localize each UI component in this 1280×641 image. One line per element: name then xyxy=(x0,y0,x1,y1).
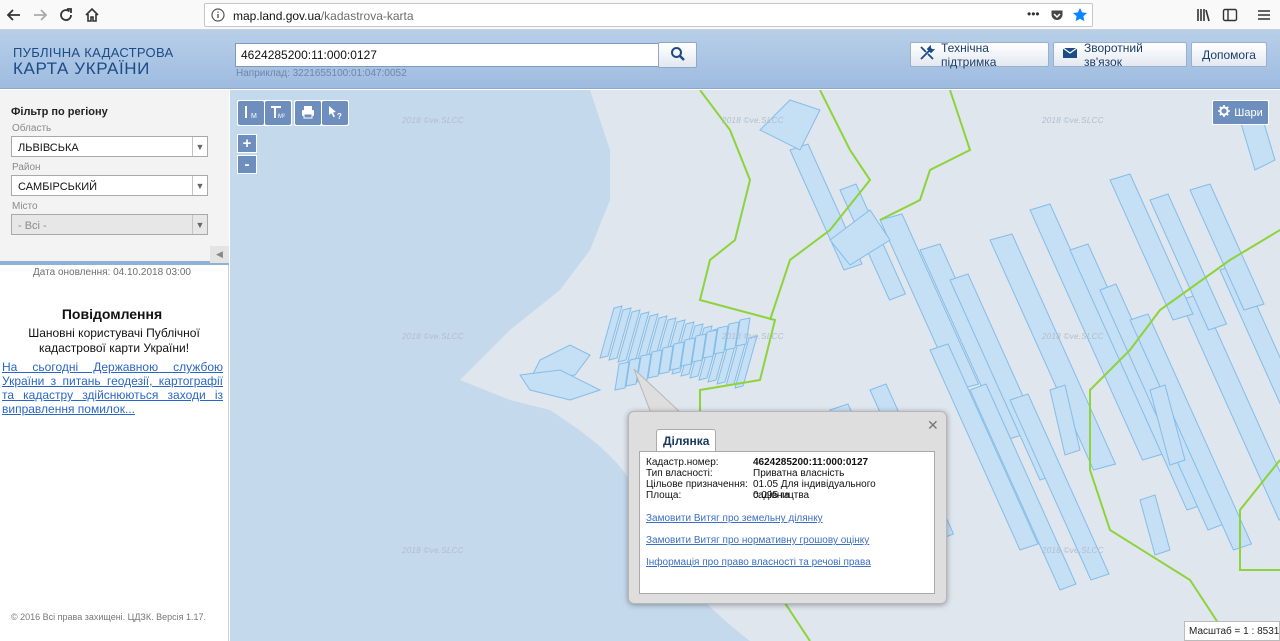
misto-value: - Всі - xyxy=(18,220,47,232)
svg-text:?: ? xyxy=(337,112,342,120)
region-filter-panel: Фільтр по регіону Область ЛЬВІВСЬКА ▼ Ра… xyxy=(0,90,229,265)
info-icon[interactable] xyxy=(211,8,225,25)
identify-button[interactable]: ? xyxy=(322,101,348,125)
feedback-button[interactable]: Зворотний зв'язок xyxy=(1053,40,1187,69)
print-button[interactable] xyxy=(295,101,321,125)
oblast-label: Область xyxy=(12,123,52,134)
more-icon[interactable]: ••• xyxy=(1027,7,1040,21)
cadastral-number-label: Кадастр.номер: xyxy=(646,457,719,468)
area-label: Площа: xyxy=(646,490,682,501)
watermark: 2018 ©vе.SLCC xyxy=(1042,116,1104,125)
measure-distance-button[interactable]: M xyxy=(238,101,264,125)
misto-label: Місто xyxy=(12,201,38,212)
zoom-in-button[interactable]: + xyxy=(237,134,257,153)
watermark: 2018 ©vе.SLCC xyxy=(722,332,784,341)
ownership-type-label: Тип власності: xyxy=(646,468,713,479)
tools-icon xyxy=(919,44,936,64)
zoom-out-button[interactable]: - xyxy=(237,155,257,174)
filter-title: Фільтр по регіону xyxy=(11,106,108,118)
logo-line2: КАРТА УКРАЇНИ xyxy=(13,59,150,78)
watermark: 2018 ©vе.SLCC xyxy=(1042,332,1104,341)
search-icon xyxy=(670,46,686,65)
site-header: ПУБЛІЧНА КАДАСТРОВА КАРТА УКРАЇНИ Наприк… xyxy=(0,30,1280,89)
notice-link[interactable]: На сьогодні Державною службою України з … xyxy=(2,360,223,416)
layers-label: Шари xyxy=(1234,106,1263,119)
watermark: 2018 ©vе.SLCC xyxy=(402,332,464,341)
ruler-icon: M xyxy=(243,104,259,123)
cadastral-search-input[interactable] xyxy=(235,43,659,67)
library-icon[interactable] xyxy=(1192,3,1216,27)
parcel-info-popup: ✕ Ділянка Кадастр.номер: 4624285200:11:0… xyxy=(628,411,947,604)
tech-support-label: Технічна підтримка xyxy=(941,40,997,69)
forward-icon[interactable] xyxy=(28,3,52,27)
map-toolbar: M M² ? xyxy=(237,100,349,126)
update-date: Дата оновлення: 04.10.2018 03:00 xyxy=(33,267,191,278)
order-parcel-extract-link[interactable]: Замовити Витяг про земельну ділянку xyxy=(646,513,823,524)
watermark: 2018 ©vе.SLCC xyxy=(402,546,464,555)
chevron-down-icon: ▼ xyxy=(192,176,207,195)
measure-area-button[interactable]: M² xyxy=(265,101,291,125)
misto-select: - Всі - ▼ xyxy=(11,214,208,235)
watermark: 2018 ©vе.SLCC xyxy=(1042,546,1104,555)
home-icon[interactable] xyxy=(80,3,104,27)
oblast-value: ЛЬВІВСЬКА xyxy=(18,142,79,154)
chevron-left-icon: ◀ xyxy=(216,249,223,259)
watermark: 2018 ©vе.SLCC xyxy=(722,116,784,125)
layers-button[interactable]: Шари xyxy=(1212,100,1269,125)
url-path: /kadastrova-karta xyxy=(320,9,414,23)
pocket-icon[interactable] xyxy=(1050,8,1064,25)
sidebar-toggle-icon[interactable] xyxy=(1218,3,1242,27)
search-button[interactable] xyxy=(658,42,697,68)
purpose-label: Цільове призначення: xyxy=(646,479,748,490)
order-valuation-extract-link[interactable]: Замовити Витяг про нормативну грошову оц… xyxy=(646,535,869,546)
notice-title: Повідомлення xyxy=(61,306,163,322)
zoom-controls: + - xyxy=(237,134,257,174)
area-value: 0.095 га xyxy=(753,490,790,501)
left-sidebar: Фільтр по регіону Область ЛЬВІВСЬКА ▼ Ра… xyxy=(0,90,229,641)
ownership-info-link[interactable]: Інформація про право власності та речові… xyxy=(646,557,871,568)
raion-select[interactable]: САМБІРСЬКИЙ ▼ xyxy=(11,175,208,196)
collapse-sidebar-button[interactable]: ◀ xyxy=(210,246,229,263)
envelope-icon xyxy=(1062,47,1078,62)
area-icon: M² xyxy=(269,104,287,123)
tab-parcel[interactable]: Ділянка xyxy=(656,429,716,451)
close-icon[interactable]: ✕ xyxy=(927,418,939,432)
cadastral-map[interactable]: 2018 ©vе.SLCC 2018 ©vе.SLCC 2018 ©vе.SLC… xyxy=(230,90,1280,641)
gear-icon xyxy=(1218,105,1231,120)
url-text[interactable]: map.land.gov.ua/kadastrova-karta xyxy=(233,9,414,23)
svg-text:M: M xyxy=(251,113,257,120)
parcel-info-body: Кадастр.номер: 4624285200:11:000:0127 Ти… xyxy=(639,451,935,594)
browser-toolbar: map.land.gov.ua/kadastrova-karta ••• xyxy=(0,0,1280,30)
back-icon[interactable] xyxy=(2,3,26,27)
help-button[interactable]: Допомога xyxy=(1191,42,1267,67)
cursor-question-icon: ? xyxy=(326,104,344,123)
menu-icon[interactable] xyxy=(1252,3,1276,27)
logo-line1: ПУБЛІЧНА КАДАСТРОВА xyxy=(13,45,174,60)
map-scale: Масштаб = 1 : 8531 xyxy=(1184,621,1280,641)
chevron-down-icon: ▼ xyxy=(192,137,207,156)
search-hint: Наприклад: 3221655100:01:047:0052 xyxy=(236,68,407,79)
popup-pointer xyxy=(633,368,683,414)
url-host: map.land.gov.ua xyxy=(233,9,321,23)
bookmark-star-icon[interactable] xyxy=(1072,7,1088,26)
misc-tools: ? xyxy=(294,100,349,126)
cadastral-number-value: 4624285200:11:000:0127 xyxy=(753,457,869,468)
address-bar[interactable]: map.land.gov.ua/kadastrova-karta ••• xyxy=(204,3,1093,27)
notice-text: Шановні користувачі Публічної кадастрово… xyxy=(28,326,200,355)
tech-support-button[interactable]: Технічна підтримка xyxy=(910,40,1049,69)
help-label: Допомога xyxy=(1202,47,1256,62)
measure-tools: M M² xyxy=(237,100,292,126)
oblast-select[interactable]: ЛЬВІВСЬКА ▼ xyxy=(11,136,208,157)
copyright: © 2016 Всі права захищені. ЦДЗК. Версія … xyxy=(11,612,207,622)
raion-value: САМБІРСЬКИЙ xyxy=(18,181,98,193)
app-window: map.land.gov.ua/kadastrova-karta ••• ПУБ… xyxy=(0,0,1280,641)
raion-label: Район xyxy=(12,162,41,173)
printer-icon xyxy=(300,104,316,123)
reload-icon[interactable] xyxy=(54,3,78,27)
watermark: 2018 ©vе.SLCC xyxy=(402,116,464,125)
chevron-down-icon: ▼ xyxy=(192,215,207,234)
svg-text:M²: M² xyxy=(278,114,285,120)
ownership-type-value: Приватна власність xyxy=(753,468,845,479)
feedback-label: Зворотний зв'язок xyxy=(1084,40,1143,69)
